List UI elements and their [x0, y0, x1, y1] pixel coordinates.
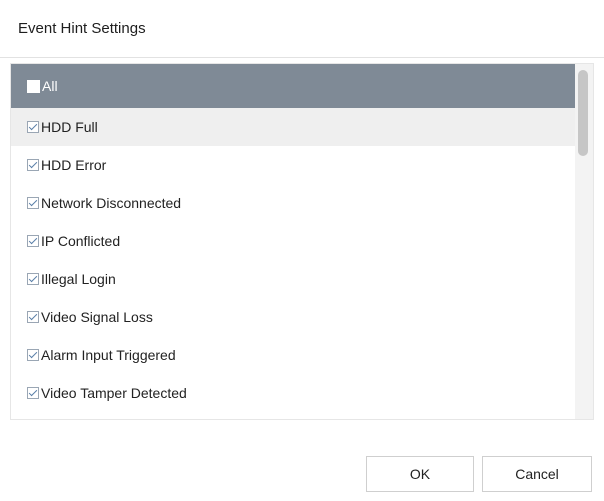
checkbox-checked-icon[interactable]	[27, 387, 39, 399]
event-list: All HDD Full HDD Error Network Disconnec…	[11, 64, 577, 419]
cancel-button[interactable]: Cancel	[482, 456, 592, 492]
dialog-title-bar: Event Hint Settings	[0, 0, 604, 58]
list-item-label: Video Signal Loss	[41, 309, 153, 325]
list-item-hdd-error[interactable]: HDD Error	[11, 146, 577, 184]
list-item-alarm-input-triggered[interactable]: Alarm Input Triggered	[11, 336, 577, 374]
checkbox-checked-icon[interactable]	[27, 159, 39, 171]
list-item-label: HDD Error	[41, 157, 107, 173]
list-item-label: Network Disconnected	[41, 195, 182, 211]
list-item-ip-conflicted[interactable]: IP Conflicted	[11, 222, 577, 260]
list-item-label: IP Conflicted	[41, 233, 121, 249]
select-all-checkbox[interactable]	[27, 79, 40, 93]
event-list-panel: All HDD Full HDD Error Network Disconnec…	[10, 63, 594, 420]
checkbox-checked-icon[interactable]	[27, 349, 39, 361]
ok-button[interactable]: OK	[366, 456, 474, 492]
checkbox-checked-icon[interactable]	[27, 197, 39, 209]
select-all-label: All	[42, 78, 58, 94]
list-item-label: Alarm Input Triggered	[41, 347, 176, 363]
list-item-label: Illegal Login	[41, 271, 116, 287]
checkbox-checked-icon[interactable]	[27, 235, 39, 247]
checkbox-checked-icon[interactable]	[27, 273, 39, 285]
dialog-title: Event Hint Settings	[18, 20, 146, 37]
list-item-label: Video Tamper Detected	[41, 385, 187, 401]
select-all-row[interactable]: All	[11, 64, 577, 108]
scrollbar-thumb[interactable]	[578, 70, 588, 156]
list-item-illegal-login[interactable]: Illegal Login	[11, 260, 577, 298]
dialog-footer: OK Cancel	[0, 420, 604, 501]
checkbox-checked-icon[interactable]	[27, 311, 39, 323]
list-item-partially-visible[interactable]	[11, 412, 577, 419]
list-item-label: HDD Full	[41, 119, 98, 135]
checkbox-checked-icon[interactable]	[27, 121, 39, 133]
list-item-video-signal-loss[interactable]: Video Signal Loss	[11, 298, 577, 336]
list-item-network-disconnected[interactable]: Network Disconnected	[11, 184, 577, 222]
list-scrollbar[interactable]	[575, 64, 593, 419]
list-item-video-tamper-detected[interactable]: Video Tamper Detected	[11, 374, 577, 412]
list-item-hdd-full[interactable]: HDD Full	[11, 108, 577, 146]
event-hint-settings-dialog: Event Hint Settings All HDD Full HDD Err…	[0, 0, 604, 501]
